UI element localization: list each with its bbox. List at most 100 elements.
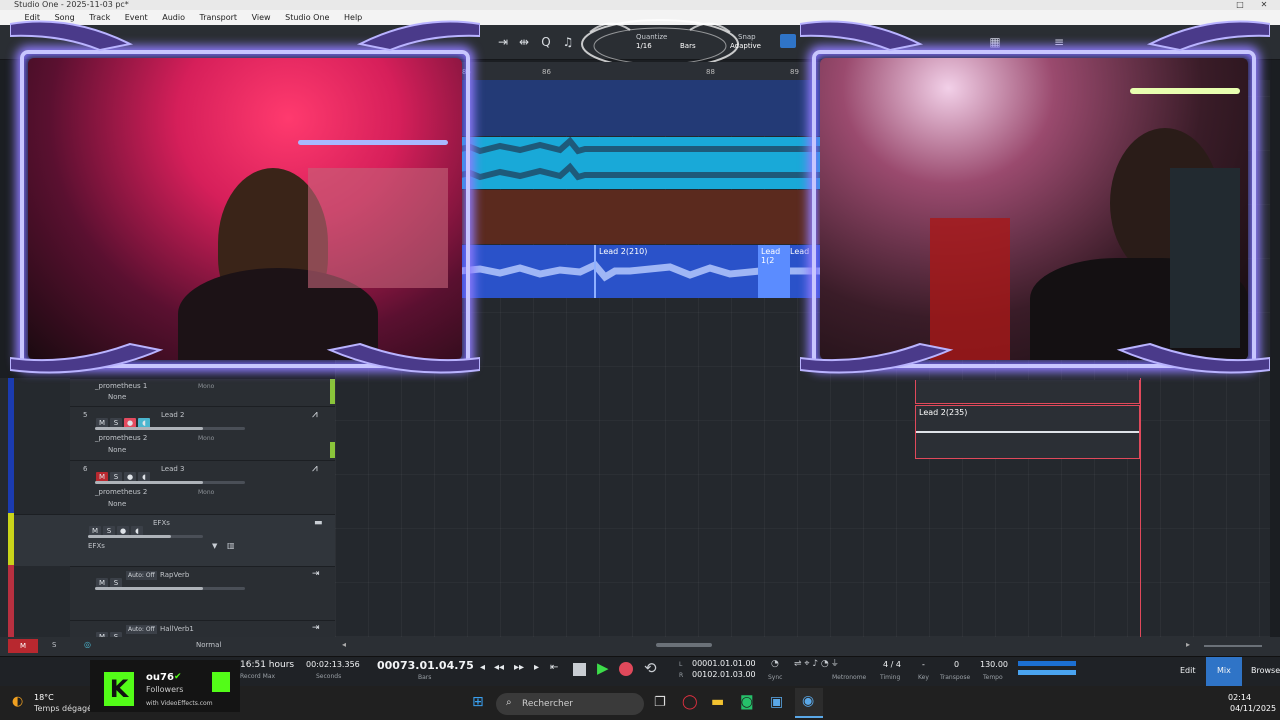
edit-view-button[interactable]: Edit <box>1180 666 1196 675</box>
output-volume-slider[interactable] <box>1018 670 1076 675</box>
loop-icon[interactable]: ⟲ <box>644 659 657 677</box>
global-mute-button[interactable]: M <box>8 639 38 653</box>
app-icon[interactable]: ▣ <box>770 694 783 710</box>
mix-view-button[interactable]: Mix <box>1206 657 1242 687</box>
loop-start-value[interactable]: 00001.01.01.00 <box>692 659 756 668</box>
track-input[interactable]: _prometheus 2 <box>95 434 147 442</box>
fx-route-icon[interactable]: ⇥ <box>312 569 320 579</box>
track-input[interactable]: _prometheus 1 <box>95 382 147 390</box>
fx-channel-name[interactable]: HallVerb1 <box>160 625 194 633</box>
folder-icon[interactable]: ▬ <box>314 518 323 528</box>
play-button[interactable]: ▶ <box>597 659 609 677</box>
weather-temp[interactable]: 18°C <box>34 693 54 702</box>
global-solo-button[interactable]: S <box>52 641 56 649</box>
fx-route-icon[interactable]: ⇥ <box>312 623 320 633</box>
folder-name[interactable]: EFXs <box>153 519 170 527</box>
clip-lead[interactable]: Lead 2(210) Lead 1(2 Lead <box>459 245 820 298</box>
ruler-mark: 89 <box>790 68 799 76</box>
folder-track-efxs[interactable]: M S ● ◖ EFXs ▬ EFXs ▼ ▥ <box>14 514 335 566</box>
return-to-zero-icon[interactable]: ◂ <box>480 662 485 673</box>
track-row[interactable]: 6 M S ● ◖ Lead 3 ⩘ _prometheus 2 Mono None <box>70 460 335 514</box>
clip-brown[interactable] <box>460 190 820 244</box>
track-row[interactable]: _prometheus 1 Mono None <box>70 378 335 406</box>
track-color-bar <box>8 378 14 513</box>
time-signature-value[interactable]: 4 / 4 <box>883 660 901 669</box>
studio-one-taskbar-button[interactable]: ◉ <box>795 688 823 718</box>
task-view-icon[interactable]: ❐ <box>654 695 666 710</box>
mixer-icon[interactable]: ▥ <box>227 541 235 550</box>
clip-lead2-210-region[interactable]: Lead 2(210) <box>594 245 758 298</box>
bars-label[interactable]: Bars <box>418 674 431 681</box>
seconds-value[interactable]: 00:02:13.356 <box>306 660 360 669</box>
seconds-label[interactable]: Seconds <box>316 673 341 680</box>
close-icon[interactable]: ✕ <box>1256 0 1272 10</box>
horizontal-scrollbar[interactable] <box>656 643 712 647</box>
fx-channel-row[interactable]: MS Auto: Off HallVerb1 ⇥ <box>70 620 335 643</box>
track-number: 6 <box>83 465 88 473</box>
loop-start-icon[interactable]: ⇤ <box>550 662 558 673</box>
chevron-down-icon[interactable]: ▼ <box>212 542 217 550</box>
weather-desc[interactable]: Temps dégagé <box>34 704 92 713</box>
app-icon[interactable]: ◙ <box>740 694 754 710</box>
maximize-icon[interactable]: □ <box>1232 0 1248 10</box>
clip-above-lead2-235[interactable] <box>915 380 1140 404</box>
stop-button[interactable] <box>573 663 586 676</box>
sync-label: Sync <box>768 674 783 681</box>
automation-mode[interactable]: Auto: Off <box>126 625 157 634</box>
range-tool-icon[interactable]: ⇹ <box>515 33 533 51</box>
loop-r-label: R <box>679 672 684 679</box>
track-input[interactable]: _prometheus 2 <box>95 488 147 496</box>
loop-end-value[interactable]: 00102.01.03.00 <box>692 670 756 679</box>
timing-label: Timing <box>880 674 901 681</box>
scroll-left-icon[interactable]: ◂ <box>342 640 346 649</box>
windows-start-icon[interactable]: ⊞ <box>472 694 484 710</box>
track-output[interactable]: None <box>108 446 126 454</box>
clip-navy[interactable] <box>460 80 820 136</box>
key-value[interactable]: - <box>922 660 925 669</box>
scroll-right-icon[interactable]: ▸ <box>1186 640 1190 649</box>
playhead-line <box>1140 378 1141 637</box>
volume-fader[interactable] <box>95 481 245 484</box>
clip-cyan[interactable] <box>459 136 820 189</box>
volume-fader[interactable] <box>95 587 245 590</box>
clock-time[interactable]: 02:14 <box>1228 693 1251 702</box>
track-output[interactable]: None <box>108 500 126 508</box>
waveform-toggle-icon[interactable]: ⩘ <box>312 463 318 474</box>
file-explorer-icon[interactable]: ▬ <box>711 694 724 710</box>
zoom-tool-icon[interactable]: Q <box>537 33 555 51</box>
sync-icon[interactable]: ◔ <box>771 659 779 669</box>
clip-lead2-235[interactable]: Lead 2(235) <box>915 405 1140 459</box>
overlay-brand: with VideoEffects.com <box>146 700 213 707</box>
clock-date[interactable]: 04/11/2025 <box>1230 704 1276 713</box>
opera-icon[interactable]: ◯ <box>682 694 698 710</box>
volume-fader[interactable] <box>95 427 245 430</box>
taskbar-search-input[interactable]: Rechercher <box>496 693 644 715</box>
timeline-ruler[interactable]: 85 86 88 89 <box>460 62 820 80</box>
track-name[interactable]: Lead 2 <box>161 411 185 419</box>
folder-output[interactable]: EFXs <box>88 542 105 550</box>
monitor-icon[interactable]: ◎ <box>84 640 91 649</box>
transpose-value[interactable]: 0 <box>954 660 959 669</box>
skip-end-icon[interactable]: ▸ <box>534 662 539 673</box>
clip-lead1-region[interactable]: Lead 1(2 <box>758 245 790 298</box>
tempo-value[interactable]: 130.00 <box>980 660 1008 669</box>
metronome-tools-icon[interactable]: ⇌ ⌖ ♪ ◔ ⏚ <box>794 659 838 669</box>
track-row[interactable]: 5 M S ● ◖ Lead 2 ⩘ _prometheus 2 Mono None <box>70 406 335 460</box>
arrow-tool-icon[interactable]: ⇥ <box>494 33 512 51</box>
track-name[interactable]: Lead 3 <box>161 465 185 473</box>
waveform-toggle-icon[interactable]: ⩘ <box>312 409 318 420</box>
snap-toggle-button[interactable] <box>780 34 796 48</box>
fx-channel-name[interactable]: RapVerb <box>160 571 189 579</box>
browse-view-button[interactable]: Browse <box>1251 666 1280 675</box>
rewind-icon[interactable]: ◂◂ <box>494 662 504 673</box>
mix-mode-select[interactable]: Normal <box>196 641 221 649</box>
zoom-slider[interactable] <box>1204 645 1262 647</box>
record-button[interactable] <box>619 662 633 676</box>
fast-forward-icon[interactable]: ▸▸ <box>514 662 524 673</box>
tempo-label: Tempo <box>983 674 1003 681</box>
automation-mode[interactable]: Auto: Off <box>126 571 157 580</box>
track-output[interactable]: None <box>108 393 126 401</box>
volume-fader[interactable] <box>88 535 203 538</box>
bars-value[interactable]: 00073.01.04.75 <box>377 659 474 672</box>
fx-channel-row[interactable]: MS Auto: Off RapVerb ⇥ <box>70 566 335 620</box>
